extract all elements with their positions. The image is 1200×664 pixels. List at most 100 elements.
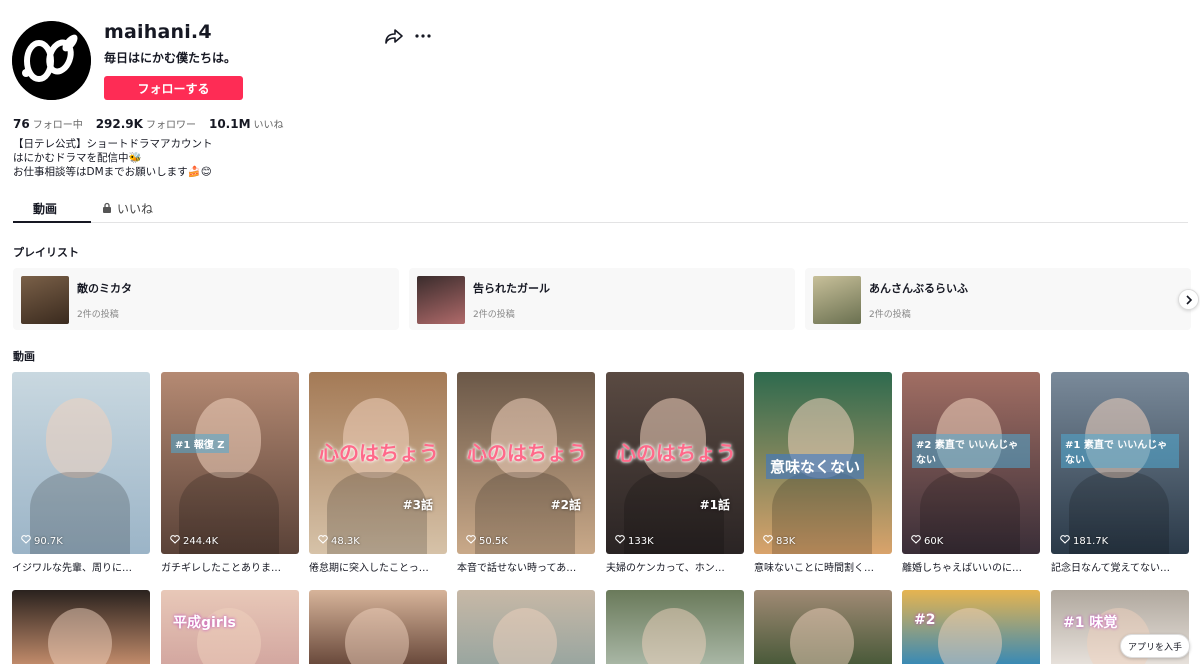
video-card[interactable]: 心のはちょう #1話 133K 夫婦のケンカって、ホン…	[606, 372, 744, 574]
video-caption[interactable]: 本音で話せない時ってあ…	[457, 559, 595, 574]
video-thumbnail[interactable]: #1 報復 Z 244.4K	[161, 372, 299, 554]
video-thumbnail[interactable]: 心のはちょう #1話 133K	[606, 372, 744, 554]
follow-button[interactable]: フォローする	[104, 76, 243, 100]
video-thumbnail[interactable]: 心のはちょう #2話 50.5K	[457, 372, 595, 554]
like-count-value: 133K	[628, 535, 654, 547]
bio-line: はにかむドラマを配信中🐝	[13, 152, 142, 164]
playlist-card[interactable]: 敵のミカタ 2件の投稿	[13, 268, 399, 330]
video-card[interactable]: #1 報復 Z 244.4K ガチギレしたことありま…	[161, 372, 299, 574]
stat-label: フォロワー	[145, 120, 196, 131]
lock-icon	[102, 202, 112, 216]
profile-username: maihani.4	[104, 21, 212, 43]
tab-videos[interactable]: 動画	[33, 200, 57, 217]
video-card[interactable]: #1 素直で いいんじゃない 181.7K 記念日なんて覚えてない…	[1051, 372, 1189, 574]
thumbnail-figure	[640, 398, 706, 478]
playlist-count: 2件の投稿	[869, 310, 911, 320]
playlist-next-button[interactable]	[1178, 289, 1199, 310]
like-count-value: 50.5K	[479, 535, 508, 547]
heart-icon	[170, 535, 180, 547]
thumbnail-figure	[46, 398, 112, 478]
bio-line: お仕事相談等はDMまでお願いします🍰😊	[13, 166, 212, 178]
video-thumbnail[interactable]: #1 素直で いいんじゃない 181.7K	[1051, 372, 1189, 554]
video-caption[interactable]: 倦怠期に突入したことっ…	[309, 559, 447, 574]
thumbnail-figure	[938, 608, 1002, 664]
video-card[interactable]: 意味なくない 83K 意味ないことに時間割く…	[754, 372, 892, 574]
thumbnail-figure	[48, 608, 112, 664]
video-card[interactable]: #2 素直で いいんじゃない 60K 離婚しちゃえばいいのに…	[902, 372, 1040, 574]
thumbnail-figure	[790, 608, 854, 664]
like-count-value: 60K	[924, 535, 944, 547]
video-thumbnail[interactable]: 心のはちょう #3話 48.3K	[309, 372, 447, 554]
video-thumbnail[interactable]: #2	[902, 590, 1040, 664]
video-thumbnail[interactable]: 平成girls	[161, 590, 299, 664]
stat-label: いいね	[253, 120, 284, 131]
like-count-value: 48.3K	[331, 535, 360, 547]
video-card[interactable]: 心のはちょう #3話 48.3K 倦怠期に突入したことっ…	[309, 372, 447, 574]
video-like-count: 48.3K	[318, 535, 360, 547]
video-caption[interactable]: 記念日なんて覚えてない…	[1051, 559, 1189, 574]
video-caption[interactable]: イジワルな先輩、周りに…	[12, 559, 150, 574]
heart-icon	[911, 535, 921, 547]
thumbnail-overlay-text: 心のはちょう	[467, 441, 587, 465]
playlist-card[interactable]: あんさんぶるらいふ 2件の投稿	[805, 268, 1191, 330]
get-app-button[interactable]: アプリを入手	[1120, 634, 1190, 658]
tab-liked[interactable]: いいね	[102, 200, 153, 217]
episode-label: #1話	[699, 498, 730, 512]
thumbnail-overlay-text: 心のはちょう	[616, 441, 736, 465]
playlist-thumbnail	[813, 276, 861, 324]
thumbnail-overlay-text: 平成girls	[173, 615, 236, 631]
video-thumbnail[interactable]: 90.7K	[12, 372, 150, 554]
stat-value: 292.9K	[95, 117, 143, 131]
more-options-icon[interactable]	[413, 27, 433, 45]
video-like-count: 90.7K	[21, 535, 63, 547]
avatar[interactable]	[12, 21, 91, 100]
episode-label: #2話	[550, 498, 581, 512]
profile-bio: 【日テレ公式】ショートドラマアカウント はにかむドラマを配信中🐝 お仕事相談等は…	[13, 137, 213, 179]
video-card[interactable]: 90.7K イジワルな先輩、周りに…	[12, 372, 150, 574]
video-like-count: 133K	[615, 535, 654, 547]
active-tab-indicator	[13, 221, 91, 223]
heart-icon	[615, 535, 625, 547]
video-like-count: 60K	[911, 535, 943, 547]
playlist-thumbnail	[21, 276, 69, 324]
like-count-value: 244.4K	[183, 535, 219, 547]
video-caption[interactable]: 夫婦のケンカって、ホン…	[606, 559, 744, 574]
video-card[interactable]: 心のはちょう #2話 50.5K 本音で話せない時ってあ…	[457, 372, 595, 574]
stat-value: 10.1M	[208, 117, 251, 131]
bio-line: 【日テレ公式】ショートドラマアカウント	[13, 138, 213, 150]
video-caption[interactable]: ガチギレしたことありま…	[161, 559, 299, 574]
playlist-thumbnail	[417, 276, 465, 324]
tab-label: いいね	[117, 202, 154, 216]
heart-icon	[21, 535, 31, 547]
playlist-title: 告られたガール	[473, 282, 550, 295]
video-caption[interactable]: 離婚しちゃえばいいのに…	[902, 559, 1040, 574]
profile-stats: 76 フォロー中 292.9K フォロワー 10.1M いいね	[13, 116, 284, 131]
heart-icon	[1060, 535, 1070, 547]
episode-label: #3話	[402, 498, 433, 512]
video-caption[interactable]: 意味ないことに時間割く…	[754, 559, 892, 574]
video-thumbnail[interactable]	[754, 590, 892, 664]
share-icon[interactable]	[384, 27, 404, 45]
video-thumbnail[interactable]	[606, 590, 744, 664]
stat-likes: 10.1M いいね	[209, 116, 284, 131]
like-count-value: 83K	[776, 535, 796, 547]
thumbnail-figure	[642, 608, 706, 664]
thumbnail-overlay-text: #2 素直で いいんじゃない	[912, 434, 1030, 468]
playlist-count: 2件の投稿	[77, 310, 119, 320]
stat-label: フォロー中	[32, 120, 83, 131]
video-thumbnail[interactable]	[12, 590, 150, 664]
stat-followers[interactable]: 292.9K フォロワー	[96, 116, 196, 131]
videos-heading: 動画	[13, 350, 35, 363]
thumbnail-overlay-text: #2	[914, 612, 936, 628]
thumbnail-overlay-text: #1 素直で いいんじゃない	[1061, 434, 1179, 468]
video-thumbnail[interactable]	[457, 590, 595, 664]
video-thumbnail[interactable]: 意味なくない 83K	[754, 372, 892, 554]
video-thumbnail[interactable]: #2 素直で いいんじゃない 60K	[902, 372, 1040, 554]
playlists-heading: プレイリスト	[13, 246, 79, 259]
like-count-value: 181.7K	[1073, 535, 1109, 547]
stat-following[interactable]: 76 フォロー中	[13, 116, 83, 131]
playlist-card[interactable]: 告られたガール 2件の投稿	[409, 268, 795, 330]
thumbnail-figure	[491, 398, 557, 478]
thumbnail-overlay-text: 心のはちょう	[319, 441, 439, 465]
video-thumbnail[interactable]	[309, 590, 447, 664]
